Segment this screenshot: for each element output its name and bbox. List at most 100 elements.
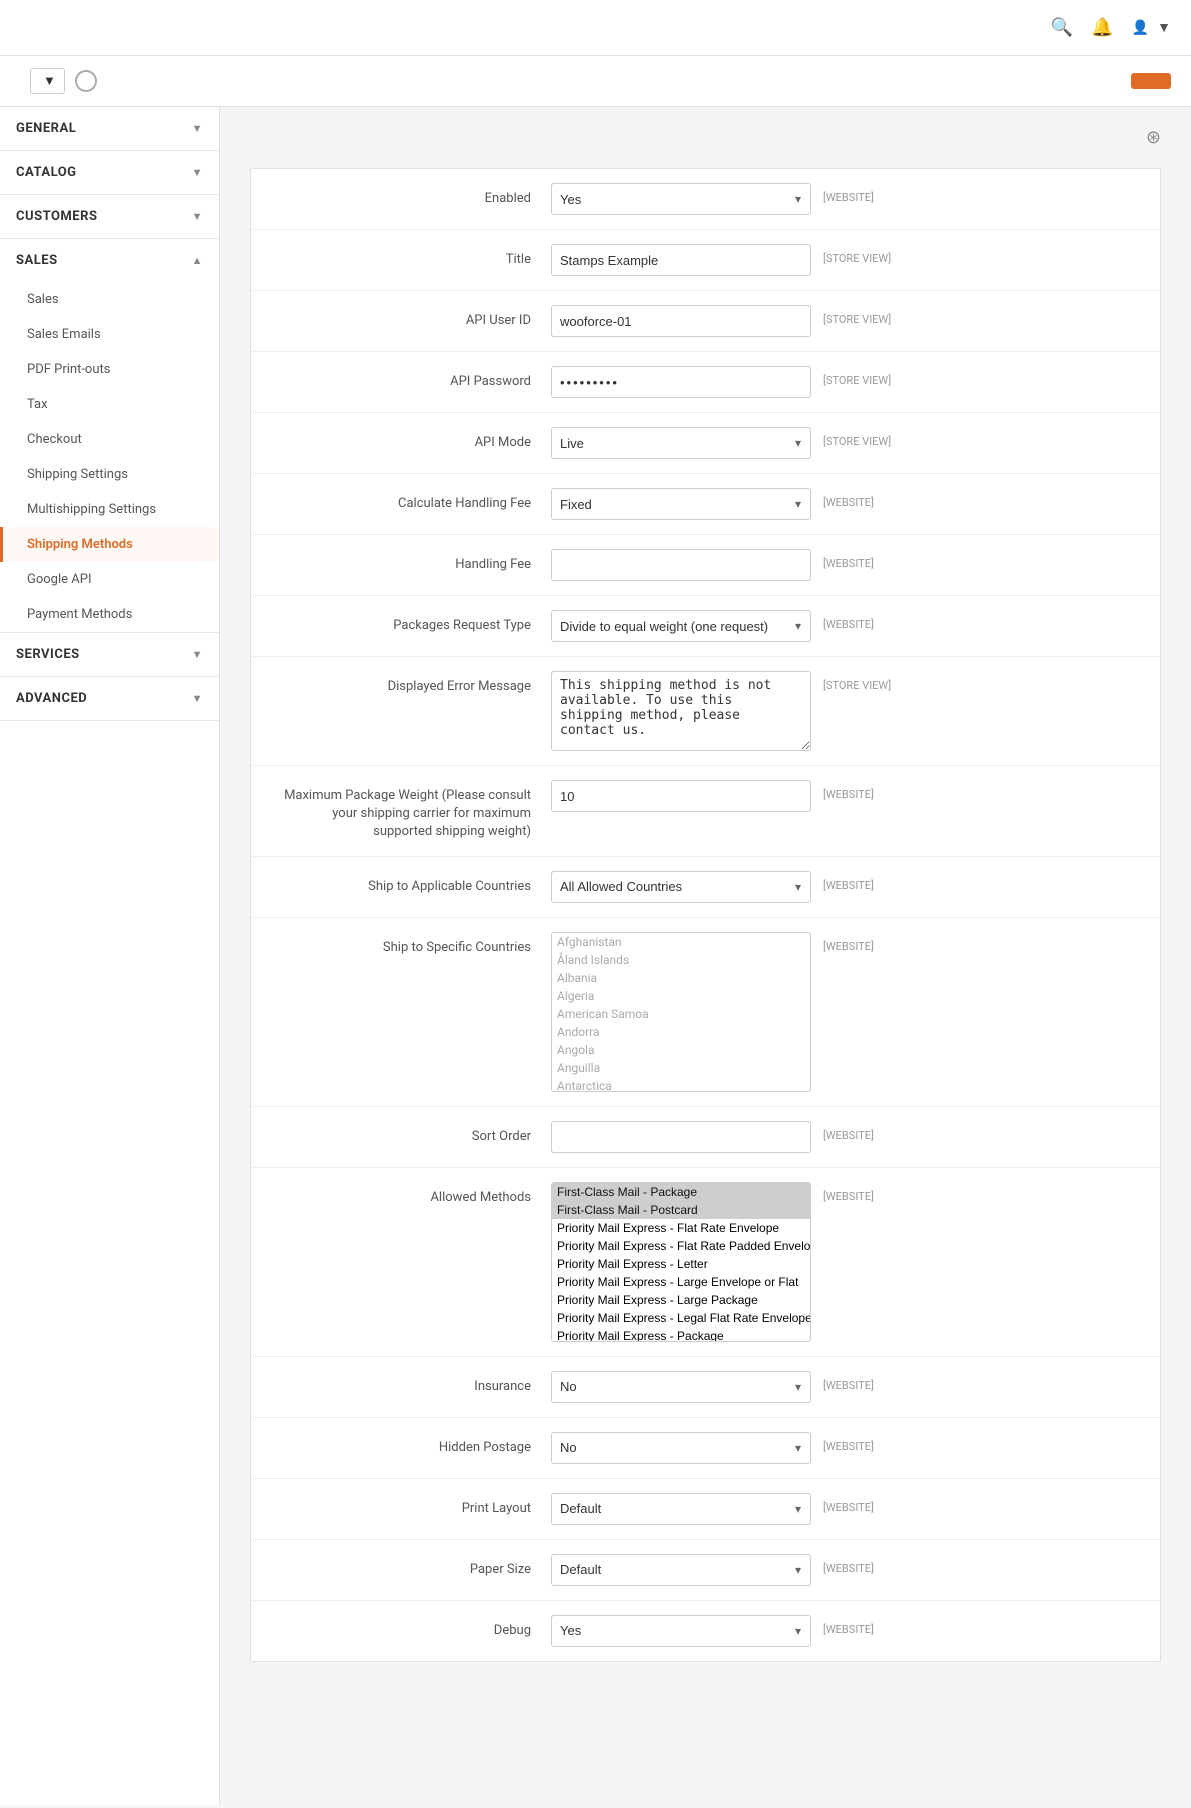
sidebar-section-services: SERVICES▼ — [0, 633, 219, 677]
form-control-ship_to_specific_countries: AfghanistanÅland IslandsAlbaniaAlgeriaAm… — [551, 932, 1140, 1092]
form-row-sort_order: Sort Order[WEBSITE] — [251, 1107, 1160, 1168]
sidebar-section-header-customers[interactable]: CUSTOMERS ▼ — [0, 195, 219, 238]
input-sort_order[interactable] — [551, 1121, 811, 1153]
form-label-title: Title — [271, 244, 551, 269]
form-label-debug: Debug — [271, 1615, 551, 1640]
form-row-displayed_error_message: Displayed Error MessageThis shipping met… — [251, 657, 1160, 766]
form-scope-displayed_error_message: [STORE VIEW] — [823, 671, 903, 692]
sidebar-item-pdf-printouts[interactable]: PDF Print-outs — [0, 352, 219, 387]
form-row-calculate_handling_fee: Calculate Handling FeeFixedPercent[WEBSI… — [251, 474, 1160, 535]
select-wrap-packages_request_type: Divide to equal weight (one request)Use … — [551, 610, 811, 642]
form-scope-allowed_methods: [WEBSITE] — [823, 1182, 903, 1203]
form-label-sort_order: Sort Order — [271, 1121, 551, 1146]
input-maximum_package_weight[interactable] — [551, 780, 811, 812]
form-control-allowed_methods: First-Class Mail - PackageFirst-Class Ma… — [551, 1182, 1140, 1342]
form-scope-api_password: [STORE VIEW] — [823, 366, 903, 387]
form-label-api_user_id: API User ID — [271, 305, 551, 330]
form-scope-calculate_handling_fee: [WEBSITE] — [823, 488, 903, 509]
select-hidden_postage[interactable]: NoYes — [551, 1432, 811, 1464]
sidebar-section-header-general[interactable]: GENERAL▼ — [0, 107, 219, 150]
form-scope-maximum_package_weight: [WEBSITE] — [823, 780, 903, 801]
sidebar-section-header-sales[interactable]: SALES▲ — [0, 239, 219, 282]
select-wrap-print_layout: Default — [551, 1493, 811, 1525]
sidebar-item-sales-emails[interactable]: Sales Emails — [0, 317, 219, 352]
form-label-displayed_error_message: Displayed Error Message — [271, 671, 551, 696]
search-icon[interactable]: 🔍 — [1051, 17, 1073, 38]
form-row-paper_size: Paper SizeDefault [WEBSITE] — [251, 1540, 1160, 1601]
sidebar-section-header-services[interactable]: SERVICES▼ — [0, 633, 219, 676]
header-actions: 🔍 🔔 👤 ▼ — [1051, 17, 1171, 38]
form-control-api_password: [STORE VIEW] — [551, 366, 1140, 398]
form-label-paper_size: Paper Size — [271, 1554, 551, 1579]
form-scope-api_mode: [STORE VIEW] — [823, 427, 903, 448]
sidebar-chevron-customers: ▼ — [192, 210, 203, 223]
sidebar-section-header-advanced[interactable]: ADVANCED▼ — [0, 677, 219, 720]
select-paper_size[interactable]: Default — [551, 1554, 811, 1586]
bell-icon[interactable]: 🔔 — [1091, 17, 1113, 38]
sidebar-item-tax[interactable]: Tax — [0, 387, 219, 422]
sidebar-section-sales: SALES▲SalesSales EmailsPDF Print-outsTax… — [0, 239, 219, 633]
sidebar-section-label-services: SERVICES — [16, 647, 80, 662]
select-ship_to_applicable_countries[interactable]: All Allowed CountriesSpecific Countries — [551, 871, 811, 903]
select-packages_request_type[interactable]: Divide to equal weight (one request)Use … — [551, 610, 811, 642]
select-enabled[interactable]: YesNo — [551, 183, 811, 215]
textarea-displayed_error_message[interactable]: This shipping method is not available. T… — [551, 671, 811, 751]
sidebar-item-multishipping-settings[interactable]: Multishipping Settings — [0, 492, 219, 527]
select-insurance[interactable]: NoYes — [551, 1371, 811, 1403]
form-label-ship_to_applicable_countries: Ship to Applicable Countries — [271, 871, 551, 896]
form-label-api_mode: API Mode — [271, 427, 551, 452]
sidebar-chevron-catalog: ▼ — [192, 166, 203, 179]
sidebar-items-sales: SalesSales EmailsPDF Print-outsTaxChecko… — [0, 282, 219, 632]
sidebar-section-header-catalog[interactable]: CATALOG▼ — [0, 151, 219, 194]
form-row-insurance: InsuranceNoYes[WEBSITE] — [251, 1357, 1160, 1418]
country-item: Anguilla — [552, 1059, 810, 1077]
select-print_layout[interactable]: Default — [551, 1493, 811, 1525]
input-api_user_id[interactable] — [551, 305, 811, 337]
help-icon[interactable] — [75, 70, 97, 92]
form-label-handling_fee: Handling Fee — [271, 549, 551, 574]
form-row-title: Title [STORE VIEW] — [251, 230, 1160, 291]
listbox-allowed_methods[interactable]: First-Class Mail - PackageFirst-Class Ma… — [551, 1182, 811, 1342]
save-config-button[interactable] — [1131, 73, 1171, 89]
select-debug[interactable]: YesNo — [551, 1615, 811, 1647]
form-row-api_mode: API ModeLiveTest [STORE VIEW] — [251, 413, 1160, 474]
sidebar-section-label-customers: CUSTOMERS — [16, 209, 97, 224]
sidebar-item-payment-methods[interactable]: Payment Methods — [0, 597, 219, 632]
sidebar-item-shipping-settings[interactable]: Shipping Settings — [0, 457, 219, 492]
form-panel: EnabledYesNo[WEBSITE]Title[STORE VIEW]AP… — [250, 168, 1161, 1662]
sidebar-item-shipping-methods[interactable]: Shipping Methods — [0, 527, 219, 562]
sidebar-section-general: GENERAL▼ — [0, 107, 219, 151]
form-scope-api_user_id: [STORE VIEW] — [823, 305, 903, 326]
form-scope-print_layout: [WEBSITE] — [823, 1493, 903, 1514]
country-item: Angola — [552, 1041, 810, 1059]
input-handling_fee[interactable] — [551, 549, 811, 581]
sidebar-item-google-api[interactable]: Google API — [0, 562, 219, 597]
form-scope-paper_size: [WEBSITE] — [823, 1554, 903, 1575]
country-item: Andorra — [552, 1023, 810, 1041]
form-control-insurance: NoYes[WEBSITE] — [551, 1371, 1140, 1403]
countries-listbox[interactable]: AfghanistanÅland IslandsAlbaniaAlgeriaAm… — [551, 932, 811, 1092]
form-control-packages_request_type: Divide to equal weight (one request)Use … — [551, 610, 1140, 642]
form-scope-packages_request_type: [WEBSITE] — [823, 610, 903, 631]
form-control-paper_size: Default [WEBSITE] — [551, 1554, 1140, 1586]
admin-menu[interactable]: 👤 ▼ — [1132, 19, 1171, 36]
form-control-calculate_handling_fee: FixedPercent [WEBSITE] — [551, 488, 1140, 520]
form-label-packages_request_type: Packages Request Type — [271, 610, 551, 635]
form-label-insurance: Insurance — [271, 1371, 551, 1396]
sidebar-item-sales[interactable]: Sales — [0, 282, 219, 317]
collapse-icon[interactable]: ⊛ — [1146, 127, 1161, 148]
form-row-enabled: EnabledYesNo[WEBSITE] — [251, 169, 1160, 230]
sidebar-item-checkout[interactable]: Checkout — [0, 422, 219, 457]
form-row-handling_fee: Handling Fee[WEBSITE] — [251, 535, 1160, 596]
form-control-displayed_error_message: This shipping method is not available. T… — [551, 671, 1140, 751]
form-scope-title: [STORE VIEW] — [823, 244, 903, 265]
form-control-print_layout: Default [WEBSITE] — [551, 1493, 1140, 1525]
store-view-chevron-icon: ▼ — [43, 73, 56, 89]
sidebar-chevron-sales: ▲ — [192, 254, 203, 267]
store-view-select[interactable]: ▼ — [30, 68, 65, 94]
input-api_password[interactable] — [551, 366, 811, 398]
input-title[interactable] — [551, 244, 811, 276]
form-scope-debug: [WEBSITE] — [823, 1615, 903, 1636]
select-calculate_handling_fee[interactable]: FixedPercent — [551, 488, 811, 520]
select-api_mode[interactable]: LiveTest — [551, 427, 811, 459]
